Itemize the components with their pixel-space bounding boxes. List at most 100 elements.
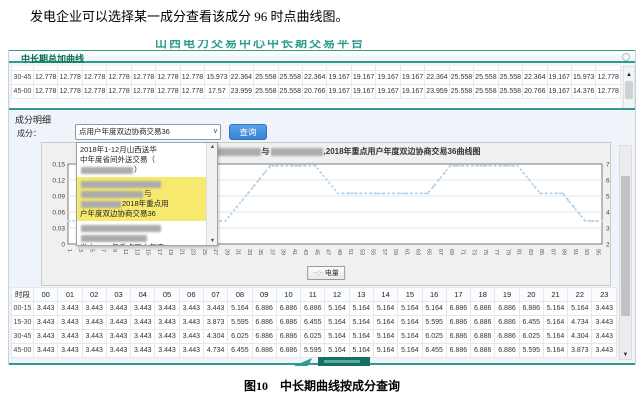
table-cell: 6.455: [519, 316, 543, 330]
table-cell: 3.443: [155, 330, 179, 344]
aggregate-table-scrollbar[interactable]: ▲: [623, 66, 635, 110]
table-cell: 4.734: [203, 344, 227, 358]
svg-text:6: 6: [606, 178, 610, 185]
scroll-down-icon[interactable]: ▼: [207, 238, 218, 244]
svg-text:81: 81: [516, 249, 522, 255]
table-cell: 3.443: [179, 302, 203, 316]
component-select[interactable]: 点用户年度双边协商交易36 ∨: [75, 124, 221, 140]
collapse-icon[interactable]: [622, 53, 630, 61]
text-segment: 2018年重点用: [122, 199, 169, 208]
query-button[interactable]: 查询: [229, 124, 267, 140]
table-cell: 5.164: [398, 344, 422, 358]
column-header: 22: [568, 288, 592, 302]
row-label: 45-00: [12, 84, 34, 98]
table-cell: 5.164: [373, 330, 397, 344]
table-cell: 6.886: [446, 344, 470, 358]
table-cell: 6.455: [228, 344, 252, 358]
table-cell: 12.778: [596, 84, 621, 98]
svg-text:5: 5: [606, 194, 610, 201]
table-cell: 3.443: [82, 330, 106, 344]
table-cell: 3.443: [203, 302, 227, 316]
table-cell: 5.164: [398, 330, 422, 344]
svg-text:21: 21: [178, 249, 184, 255]
svg-text:45: 45: [313, 249, 319, 255]
column-header: 02: [82, 288, 106, 302]
table-cell: 5.164: [349, 330, 373, 344]
svg-text:55: 55: [370, 249, 376, 255]
table-cell: 3.443: [106, 316, 130, 330]
svg-text:49: 49: [336, 249, 342, 255]
table-cell: 25.558: [278, 70, 302, 84]
svg-text:7: 7: [100, 249, 106, 252]
table-cell: 6.025: [422, 330, 446, 344]
table-cell: 3.443: [131, 344, 155, 358]
table-cell: 22.364: [523, 70, 547, 84]
table-cell: 12.778: [58, 84, 82, 98]
table-cell: 12.778: [596, 70, 621, 84]
svg-text:93: 93: [583, 249, 589, 255]
redacted-block: [81, 167, 133, 174]
table-cell: 6.886: [301, 302, 325, 316]
table-cell: 5.164: [568, 302, 592, 316]
dropdown-item[interactable]: 与2018年重点用户年度双边协商交易36: [77, 177, 207, 221]
table-cell: 3.443: [155, 316, 179, 330]
logo-swoosh-icon: [294, 358, 313, 366]
dropdown-item[interactable]: 发电2018年重点用户年度: [77, 221, 207, 246]
scroll-down-icon[interactable]: ▼: [620, 352, 631, 358]
table-row: 30-4512.77812.77812.77812.77812.77812.77…: [12, 70, 621, 84]
table-cell: 3.443: [82, 344, 106, 358]
svg-text:2: 2: [606, 242, 610, 249]
scrollbar-thumb[interactable]: [621, 176, 630, 316]
table-cell: 5.164: [373, 302, 397, 316]
table-cell: 19.167: [327, 84, 351, 98]
scroll-up-icon[interactable]: ▲: [624, 71, 634, 79]
svg-text:61: 61: [403, 249, 409, 255]
table-cell: 12.778: [180, 70, 204, 84]
svg-text:23: 23: [190, 249, 196, 255]
panel-header: 中长期总加曲线: [9, 50, 635, 63]
column-header: 时段: [12, 288, 34, 302]
svg-text:95: 95: [594, 249, 600, 255]
teal-divider: [9, 108, 635, 110]
svg-text:3: 3: [606, 226, 610, 233]
svg-text:19: 19: [167, 249, 173, 255]
table-row: 15-303.4433.4433.4433.4433.4433.4433.443…: [12, 316, 617, 330]
svg-text:0: 0: [61, 242, 65, 249]
svg-text:85: 85: [538, 249, 544, 255]
redacted-block: [81, 225, 161, 232]
svg-text:87: 87: [549, 249, 555, 255]
column-header: 14: [373, 288, 397, 302]
table-cell: 6.886: [471, 316, 495, 330]
table-cell: 3.443: [106, 330, 130, 344]
table-cell: 5.164: [398, 302, 422, 316]
scrollbar-thumb[interactable]: [625, 81, 633, 99]
table-row: 45-0012.77812.77812.77812.77812.77812.77…: [12, 84, 621, 98]
table-cell: 25.558: [474, 84, 498, 98]
column-header: 12: [325, 288, 349, 302]
scroll-up-icon[interactable]: ▲: [207, 144, 218, 150]
svg-text:9: 9: [111, 249, 117, 252]
table-cell: 23.959: [425, 84, 449, 98]
column-header: 23: [592, 288, 617, 302]
text-segment: ,2018年重点用户年度双边协商交易36曲线图: [324, 147, 481, 156]
table-cell: 25.558: [254, 84, 278, 98]
midlongterm-panel: 中长期总加曲线 30-4512.77812.77812.77812.77812.…: [8, 50, 636, 365]
svg-text:69: 69: [448, 249, 454, 255]
table-cell: 20.766: [302, 84, 326, 98]
panel-scrollbar[interactable]: ▼: [619, 145, 632, 360]
table-cell: 25.558: [498, 70, 522, 84]
table-cell: 3.443: [58, 344, 82, 358]
table-cell: 17.57: [205, 84, 229, 98]
dropdown-item[interactable]: 2018年1-12月山西送华中年度省间外送交易（）: [77, 143, 207, 177]
chart-legend[interactable]: ‑‑◇‑‑ 电量: [307, 266, 345, 280]
table-cell: 19.167: [351, 84, 375, 98]
table-cell: 3.443: [58, 302, 82, 316]
trading-center-logo: [296, 356, 376, 368]
table-cell: 6.886: [519, 302, 543, 316]
svg-text:15: 15: [145, 249, 151, 255]
table-cell: 6.025: [301, 330, 325, 344]
svg-text:0.09: 0.09: [52, 194, 65, 201]
table-cell: 6.886: [446, 330, 470, 344]
table-cell: 19.167: [400, 70, 424, 84]
dropdown-scrollbar[interactable]: ▲ ▼: [206, 143, 217, 245]
